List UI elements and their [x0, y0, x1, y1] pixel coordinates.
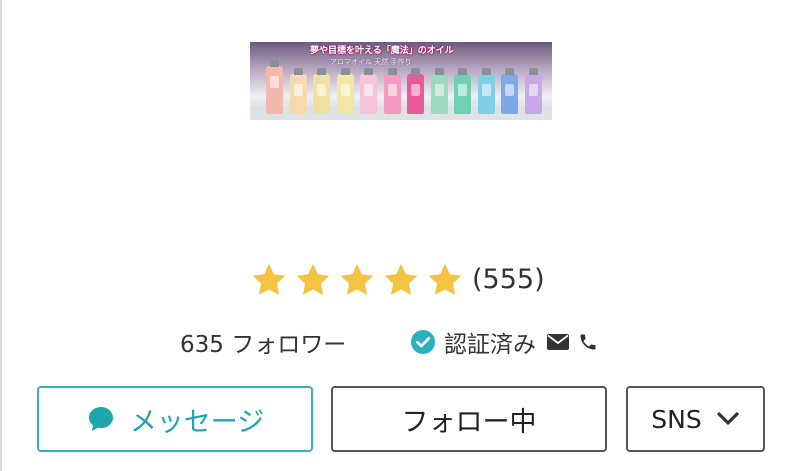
- rating-count[interactable]: (555): [472, 261, 545, 299]
- oil-bottle: [289, 68, 307, 114]
- bottle-label: [411, 84, 420, 96]
- star-icon: [250, 261, 288, 299]
- follower-count[interactable]: 635 フォロワー: [180, 324, 346, 360]
- rating: (555): [250, 260, 545, 300]
- star-icon: [294, 261, 332, 299]
- banner-subcaption: アロマオイル 天然 手作り: [330, 58, 412, 66]
- star-icon: [426, 261, 464, 299]
- bottle-label: [387, 84, 397, 96]
- oil-bottle: [501, 68, 518, 114]
- bottle-label: [528, 84, 538, 96]
- star-icon: [338, 261, 376, 299]
- shop-banner-image: 夢や目標を叶える「魔法」のオイル アロマオイル 天然 手作り: [250, 42, 552, 120]
- bottle-label: [293, 84, 303, 96]
- following-button-label: フォロー中: [401, 406, 537, 438]
- phone-icon: [578, 332, 598, 352]
- oil-bottle: [430, 68, 448, 114]
- oil-bottle: [360, 68, 377, 114]
- oil-bottle: [313, 68, 330, 114]
- sns-dropdown-label: SNS: [651, 404, 702, 434]
- verified-status: 認証済み: [410, 324, 598, 360]
- oil-bottle: [383, 68, 401, 114]
- oil-bottle: [407, 68, 424, 114]
- star-icon: [382, 261, 420, 299]
- oil-bottle: [524, 68, 542, 114]
- chat-bubble-icon: [86, 404, 116, 434]
- message-button[interactable]: メッセージ: [37, 386, 313, 452]
- oil-bottle: [454, 68, 471, 114]
- oil-bottle: [266, 60, 283, 114]
- message-button-label: メッセージ: [129, 406, 265, 438]
- left-divider: [0, 0, 2, 471]
- following-button[interactable]: フォロー中: [331, 386, 607, 452]
- oil-bottle: [336, 68, 354, 114]
- bottle-label: [505, 84, 514, 96]
- sns-dropdown[interactable]: SNS: [626, 386, 765, 452]
- bottle-label: [434, 84, 444, 96]
- mail-icon: [546, 333, 570, 351]
- banner-caption: 夢や目標を叶える「魔法」のオイル: [310, 46, 454, 56]
- verified-label: 認証済み: [444, 332, 536, 358]
- bottle-label: [364, 84, 373, 96]
- check-circle-icon: [410, 329, 436, 355]
- bottle-label: [481, 84, 491, 96]
- bottle-label: [270, 76, 279, 88]
- bottle-label: [340, 84, 350, 96]
- chevron-down-icon: [716, 411, 740, 427]
- oil-bottle: [477, 68, 495, 114]
- bottle-label: [317, 84, 326, 96]
- bottle-label: [458, 84, 467, 96]
- follower-count-label: 635 フォロワー: [180, 332, 347, 358]
